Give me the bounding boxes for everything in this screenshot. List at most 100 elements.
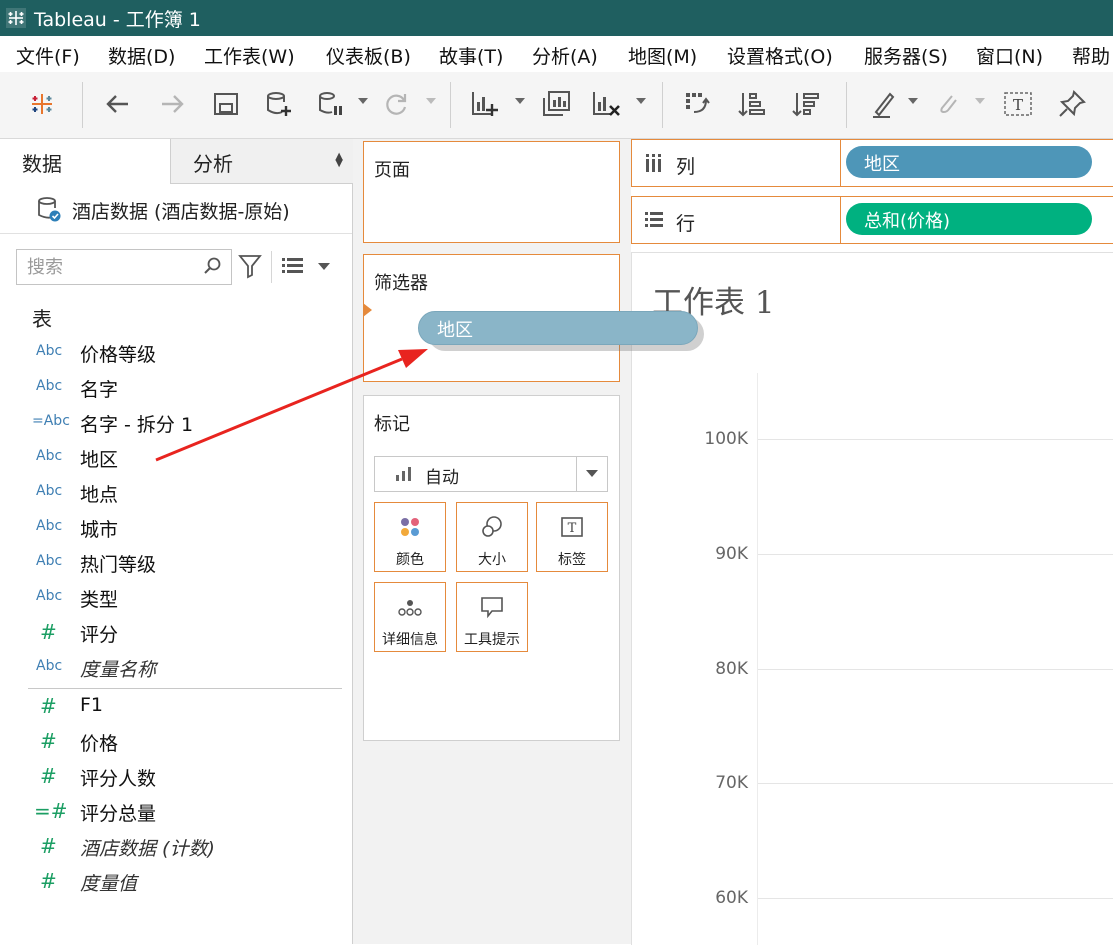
forward-arrow-icon[interactable] xyxy=(156,88,188,120)
filters-title: 筛选器 xyxy=(374,273,428,294)
field-rating-count[interactable]: # 评分人数 xyxy=(0,760,352,795)
sort-ascending-icon[interactable] xyxy=(736,88,768,120)
field-rating[interactable]: # 评分 xyxy=(0,616,352,651)
menu-help[interactable]: 帮助 xyxy=(1072,42,1110,69)
field-rating-total[interactable]: =# 评分总量 xyxy=(0,795,352,830)
field-label: 评分人数 xyxy=(80,768,157,790)
save-icon[interactable] xyxy=(210,88,242,120)
rows-shelf[interactable]: 行 总和(价格) xyxy=(631,196,1113,244)
size-button[interactable]: 大小 xyxy=(456,502,528,572)
number-type-icon: # xyxy=(40,869,57,893)
field-name-split-1[interactable]: =Abc 名字 - 拆分 1 xyxy=(0,406,352,441)
highlight-dropdown-icon[interactable] xyxy=(908,98,918,104)
title-bar: Tableau - 工作簿 1 xyxy=(0,0,1113,36)
columns-icon xyxy=(646,154,661,172)
pause-updates-icon[interactable] xyxy=(314,88,346,120)
group-dropdown-icon[interactable] xyxy=(975,98,985,104)
refresh-icon[interactable] xyxy=(380,88,412,120)
field-region[interactable]: Abc 地区 xyxy=(0,441,352,476)
window-title: Tableau - 工作簿 1 xyxy=(34,9,201,31)
toolbar: T xyxy=(0,72,1113,139)
menu-window[interactable]: 窗口(N) xyxy=(976,42,1043,69)
tooltip-button[interactable]: 工具提示 xyxy=(456,582,528,652)
svg-text:T: T xyxy=(1013,96,1023,114)
field-label: 酒店数据 (计数) xyxy=(80,838,215,860)
clear-sheet-icon[interactable] xyxy=(590,88,622,120)
tooltip-bubble-icon xyxy=(481,597,503,619)
field-price-level[interactable]: Abc 价格等级 xyxy=(0,336,352,371)
tab-data[interactable]: 数据 xyxy=(0,139,170,183)
pause-updates-dropdown-icon[interactable] xyxy=(358,98,368,104)
field-label: 类型 xyxy=(80,589,119,611)
field-measure-values[interactable]: # 度量值 xyxy=(0,865,352,900)
chevron-down-icon[interactable] xyxy=(586,470,598,477)
pages-shelf[interactable]: 页面 xyxy=(363,141,620,243)
pages-title: 页面 xyxy=(374,160,410,181)
field-price[interactable]: # 价格 xyxy=(0,725,352,760)
clear-sheet-dropdown-icon[interactable] xyxy=(636,98,646,104)
field-name[interactable]: Abc 名字 xyxy=(0,371,352,406)
menu-analysis[interactable]: 分析(A) xyxy=(532,42,598,69)
y-tick-label: 80K xyxy=(715,659,748,679)
svg-text:T: T xyxy=(568,521,577,536)
database-connected-icon xyxy=(38,197,61,222)
sort-descending-icon[interactable] xyxy=(790,88,822,120)
field-category[interactable]: Abc 类型 xyxy=(0,581,352,616)
detail-dots-icon xyxy=(398,600,422,616)
search-input[interactable] xyxy=(25,254,199,280)
new-datasource-icon[interactable] xyxy=(262,88,294,120)
highlight-icon[interactable] xyxy=(868,88,900,120)
cards-pane: 页面 筛选器 标记 自动 颜色 大小 T 标签 详细信息 工具提示 xyxy=(353,139,631,944)
search-field[interactable] xyxy=(16,249,232,285)
field-measure-names[interactable]: Abc 度量名称 xyxy=(0,651,352,686)
field-city[interactable]: Abc 城市 xyxy=(0,511,352,546)
menu-file[interactable]: 文件(F) xyxy=(16,42,80,69)
number-type-icon: # xyxy=(40,764,57,788)
menu-worksheet[interactable]: 工作表(W) xyxy=(204,42,295,69)
mark-type-select[interactable]: 自动 xyxy=(374,456,608,492)
rows-pill-sum-price[interactable]: 总和(价格) xyxy=(846,203,1092,235)
field-label: 名字 - 拆分 1 xyxy=(80,414,194,436)
field-location[interactable]: Abc 地点 xyxy=(0,476,352,511)
group-members-icon[interactable] xyxy=(932,88,964,120)
back-arrow-icon[interactable] xyxy=(102,88,134,120)
data-pane: 数据 分析 ▲▼ 酒店数据 (酒店数据-原始) 表 Abc 价格等级 xyxy=(0,139,353,944)
view-list-icon[interactable] xyxy=(282,257,304,275)
field-f1[interactable]: # F1 xyxy=(0,690,352,725)
field-record-count[interactable]: # 酒店数据 (计数) xyxy=(0,830,352,865)
y-tick-label: 90K xyxy=(715,544,748,564)
field-label: 评分 xyxy=(80,624,119,646)
field-label: 价格等级 xyxy=(80,344,157,366)
field-label: 城市 xyxy=(80,519,119,541)
menu-story[interactable]: 故事(T) xyxy=(439,42,503,69)
tab-sort-arrows-icon[interactable]: ▲ ▼ xyxy=(335,152,343,169)
menu-bar: 文件(F) 数据(D) 工作表(W) 仪表板(B) 故事(T) 分析(A) 地图… xyxy=(0,36,1113,73)
show-mark-labels-icon[interactable]: T xyxy=(1002,88,1034,120)
field-popularity-level[interactable]: Abc 热门等级 xyxy=(0,546,352,581)
menu-map[interactable]: 地图(M) xyxy=(628,42,697,69)
menu-server[interactable]: 服务器(S) xyxy=(864,42,948,69)
y-axis-line xyxy=(757,373,758,945)
dragged-pill-region[interactable]: 地区 xyxy=(418,311,698,345)
detail-button[interactable]: 详细信息 xyxy=(374,582,446,652)
color-button[interactable]: 颜色 xyxy=(374,502,446,572)
refresh-dropdown-icon[interactable] xyxy=(426,98,436,104)
menu-format[interactable]: 设置格式(O) xyxy=(727,42,833,69)
swap-rows-columns-icon[interactable] xyxy=(682,88,714,120)
menu-dashboard[interactable]: 仪表板(B) xyxy=(326,42,411,69)
columns-shelf[interactable]: 列 地区 xyxy=(631,139,1113,187)
menu-data[interactable]: 数据(D) xyxy=(108,42,175,69)
new-worksheet-dropdown-icon[interactable] xyxy=(515,98,525,104)
gridline xyxy=(758,669,1113,670)
label-button[interactable]: T 标签 xyxy=(536,502,608,572)
tab-analysis[interactable]: 分析 ▲ ▼ xyxy=(170,139,353,184)
filter-icon[interactable] xyxy=(238,253,262,279)
duplicate-sheet-icon[interactable] xyxy=(540,88,572,120)
new-worksheet-icon[interactable] xyxy=(468,88,500,120)
fix-axes-pin-icon[interactable] xyxy=(1056,88,1088,120)
tableau-home-icon[interactable] xyxy=(26,88,58,120)
field-label: 评分总量 xyxy=(80,803,157,825)
datasource-item[interactable]: 酒店数据 (酒店数据-原始) xyxy=(0,183,352,234)
view-options-dropdown-icon[interactable] xyxy=(318,263,330,270)
columns-pill-region[interactable]: 地区 xyxy=(846,146,1092,178)
